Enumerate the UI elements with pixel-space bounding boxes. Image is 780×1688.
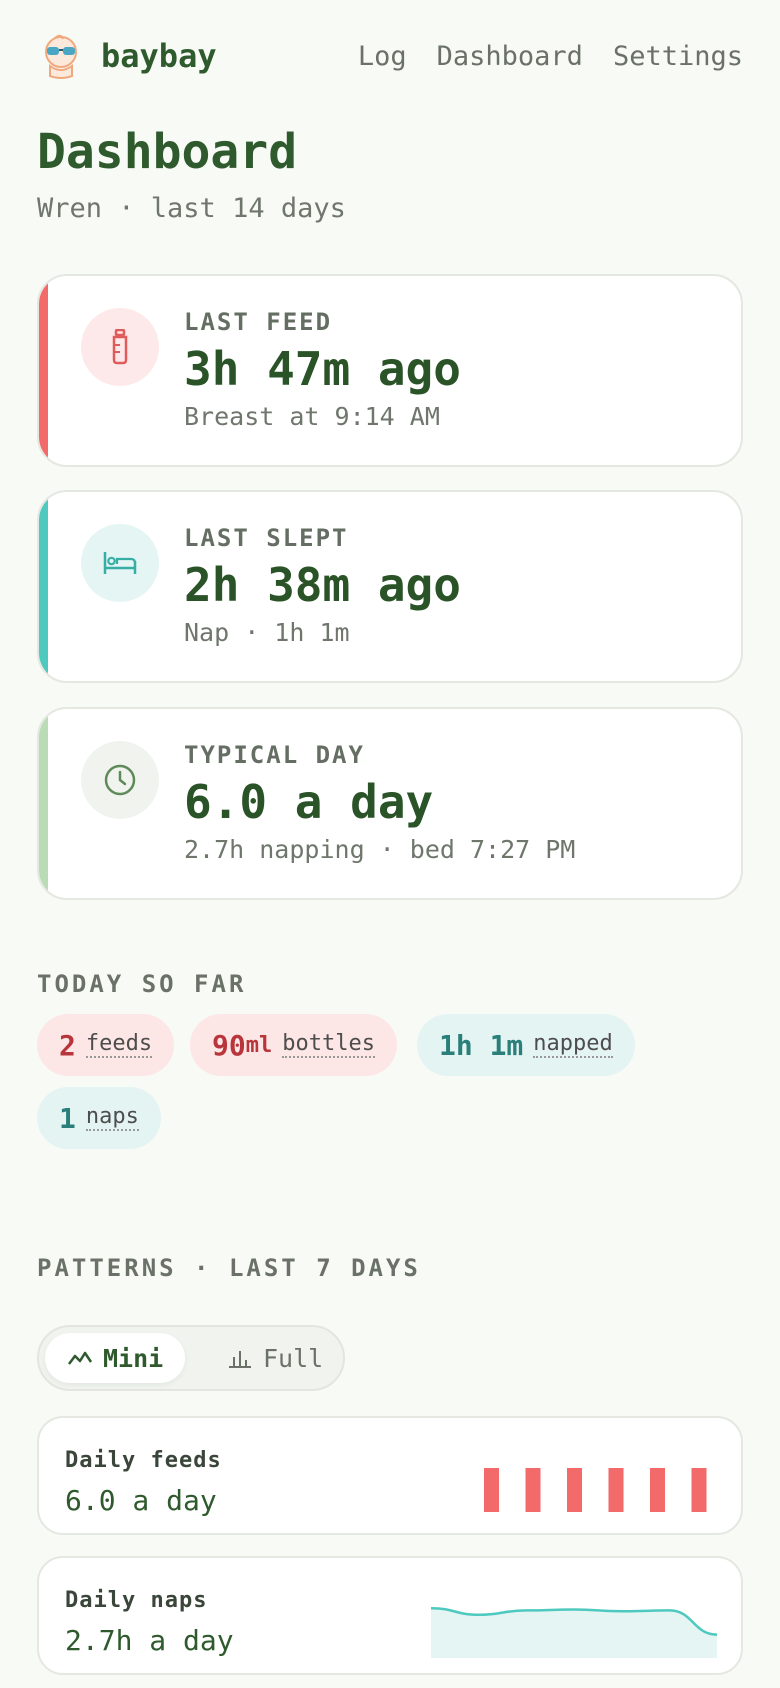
feed-bar bbox=[484, 1468, 499, 1512]
page-subtitle: Wren · last 14 days bbox=[37, 193, 346, 224]
nav-log[interactable]: Log bbox=[358, 41, 407, 72]
card-detail: Nap · 1h 1m bbox=[184, 618, 350, 647]
card-accent bbox=[39, 492, 48, 681]
naps-stat-pill[interactable]: 1 naps bbox=[37, 1087, 161, 1149]
card-detail: 2.7h napping · bed 7:27 PM bbox=[184, 835, 576, 864]
stat-number: 90 bbox=[212, 1028, 246, 1062]
mini-card-value: 2.7h a day bbox=[65, 1624, 234, 1657]
clock-icon bbox=[81, 741, 159, 819]
toggle-mini-button[interactable]: Mini bbox=[45, 1333, 186, 1383]
daily-naps-card[interactable]: Daily naps 2.7h a day bbox=[37, 1556, 743, 1675]
toggle-full-label: Full bbox=[263, 1343, 324, 1373]
chart-mode-toggle: Mini Full bbox=[37, 1325, 345, 1391]
baby-logo-icon[interactable] bbox=[37, 32, 85, 80]
bed-icon bbox=[81, 524, 159, 602]
stat-number: 2 bbox=[59, 1028, 76, 1062]
card-value: 2h 38m ago bbox=[184, 558, 461, 612]
stat-number: 1 bbox=[59, 1101, 76, 1135]
app-name[interactable]: baybay bbox=[101, 37, 217, 75]
header: baybay Log Dashboard Settings bbox=[37, 28, 743, 84]
feed-bar bbox=[525, 1468, 541, 1512]
card-label: TYPICAL DAY bbox=[184, 741, 365, 769]
stat-word: napped bbox=[533, 1031, 613, 1059]
nav-dashboard[interactable]: Dashboard bbox=[437, 41, 583, 72]
main-nav: Log Dashboard Settings bbox=[358, 41, 743, 72]
daily-feeds-bar-chart bbox=[484, 1468, 707, 1512]
card-accent bbox=[39, 276, 48, 465]
mini-card-label: Daily feeds bbox=[65, 1448, 222, 1473]
stat-number: 1h 1m bbox=[439, 1028, 524, 1062]
toggle-mini-label: Mini bbox=[103, 1343, 164, 1373]
feed-bar bbox=[650, 1468, 665, 1512]
mini-card-label: Daily naps bbox=[65, 1588, 208, 1613]
daily-naps-sparkline bbox=[431, 1606, 718, 1658]
bottle-icon bbox=[81, 308, 159, 386]
stat-word: naps bbox=[85, 1104, 139, 1132]
patterns-section-label: PATTERNS · LAST 7 DAYS bbox=[37, 1254, 421, 1282]
card-detail: Breast at 9:14 AM bbox=[184, 402, 440, 431]
card-accent bbox=[39, 709, 48, 898]
card-value: 3h 47m ago bbox=[184, 342, 461, 396]
nav-settings[interactable]: Settings bbox=[613, 41, 743, 72]
feed-bar bbox=[567, 1468, 582, 1512]
feed-bar bbox=[608, 1468, 624, 1512]
bottles-stat-pill[interactable]: 90 ml bottles bbox=[190, 1014, 397, 1076]
card-label: LAST FEED bbox=[184, 308, 333, 336]
napped-stat-pill[interactable]: 1h 1m napped bbox=[417, 1014, 635, 1076]
card-label: LAST SLEPT bbox=[184, 524, 349, 552]
today-section-label: TODAY SO FAR bbox=[37, 970, 247, 998]
page-title: Dashboard bbox=[37, 124, 298, 180]
last-feed-card: LAST FEED 3h 47m ago Breast at 9:14 AM bbox=[37, 274, 743, 467]
card-value: 6.0 a day bbox=[184, 775, 434, 829]
typical-day-card: TYPICAL DAY 6.0 a day 2.7h napping · bed… bbox=[37, 707, 743, 900]
daily-feeds-card[interactable]: Daily feeds 6.0 a day bbox=[37, 1416, 743, 1535]
stat-word: feeds bbox=[85, 1031, 153, 1059]
feeds-stat-pill[interactable]: 2 feeds bbox=[37, 1014, 175, 1076]
bar-chart-icon bbox=[229, 1351, 251, 1368]
feed-bar bbox=[691, 1468, 707, 1512]
sparkline-icon bbox=[68, 1351, 93, 1365]
stat-unit: ml bbox=[245, 1032, 273, 1058]
mini-card-value: 6.0 a day bbox=[65, 1484, 217, 1517]
toggle-full-button[interactable]: Full bbox=[205, 1333, 345, 1383]
stat-word: bottles bbox=[282, 1031, 375, 1059]
last-slept-card: LAST SLEPT 2h 38m ago Nap · 1h 1m bbox=[37, 490, 743, 683]
